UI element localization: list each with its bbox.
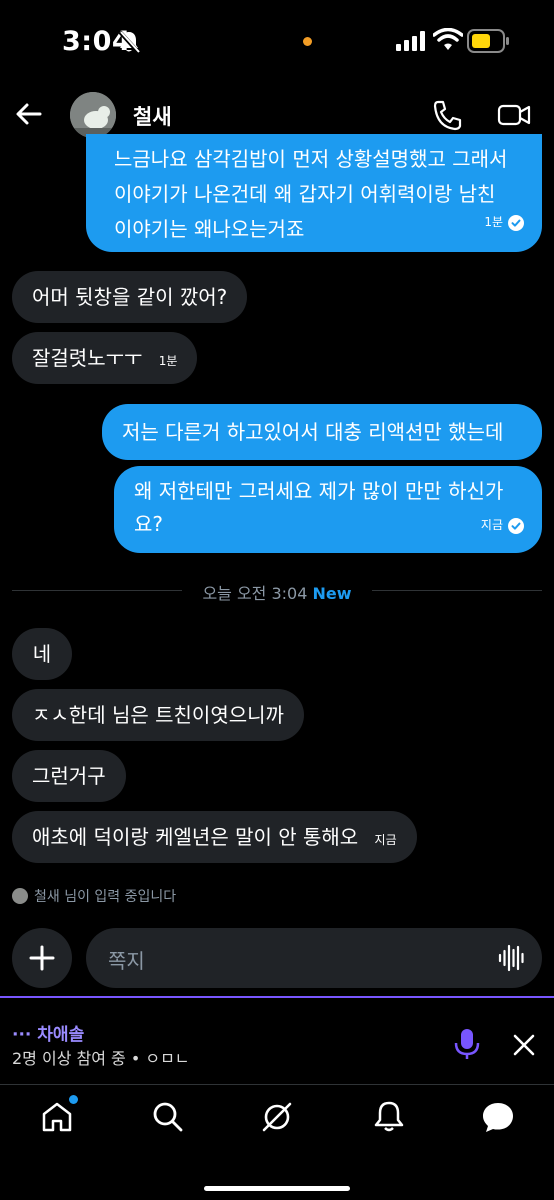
nav-messages[interactable] — [481, 1100, 515, 1134]
space-subtitle: 2명 이상 참여 중 • ㅇㅁㄴ — [12, 1049, 190, 1068]
date-separator-text: 오늘 오전 3:04 — [202, 584, 308, 603]
search-icon — [153, 1102, 183, 1132]
nav-notifications[interactable] — [372, 1100, 406, 1134]
sent-message[interactable]: 왜 저한테만 그러세요 제가 많이 만만 하신가 요? 지금 — [114, 466, 542, 553]
date-separator: 오늘 오전 3:04 New — [0, 580, 554, 604]
microphone-icon[interactable] — [453, 1028, 481, 1060]
message-input[interactable]: 쪽지 — [108, 945, 145, 974]
received-message[interactable]: 어머 뒷창을 같이 깠어? — [12, 271, 248, 323]
message-text: 애초에 덕이랑 케엘년은 말이 안 통해오 — [32, 825, 359, 849]
contact-name[interactable]: 철새 — [133, 101, 172, 131]
space-title: ··· 차애솔 — [12, 1025, 85, 1045]
message-time: 1분 — [484, 215, 503, 229]
typing-indicator: 철새 님이 입력 중입니다 — [12, 886, 176, 906]
message-text: 잘걸렷노ㅜㅜ — [32, 346, 143, 370]
message-composer[interactable]: 쪽지 — [86, 928, 542, 988]
message-meta: 1분 — [484, 205, 524, 240]
message-text: 네 — [32, 642, 52, 666]
message-line: 이야기는 왜나오는거죠 — [114, 217, 305, 241]
video-call-icon[interactable] — [497, 100, 531, 130]
voice-message-icon[interactable] — [498, 944, 526, 972]
grok-icon — [262, 1102, 292, 1132]
plus-icon — [29, 945, 55, 971]
received-message[interactable]: 잘걸렷노ㅜㅜ 1분 — [12, 332, 198, 384]
battery-icon — [467, 29, 509, 53]
sent-message[interactable]: 저는 다른거 하고있어서 대충 리액션만 했는데 — [102, 404, 542, 460]
add-media-button[interactable] — [12, 928, 72, 988]
message-time: 1분 — [158, 354, 178, 368]
typing-text: 철새 님이 입력 중입니다 — [34, 889, 177, 905]
sent-message[interactable]: 느금나요 삼각김밥이 먼저 상황설명했고 그래서 이야기가 나온건데 왜 갑자기… — [86, 134, 542, 252]
new-label: New — [312, 584, 352, 603]
nav-grok[interactable] — [260, 1100, 294, 1134]
home-indicator[interactable] — [204, 1186, 350, 1191]
message-meta: 지금 — [481, 509, 524, 542]
message-line: 왜 저한테만 그러세요 제가 많이 만만 하신가 — [134, 479, 504, 503]
contact-avatar[interactable] — [70, 92, 116, 138]
nav-search[interactable] — [151, 1100, 185, 1134]
nav-home[interactable] — [40, 1095, 78, 1134]
message-line: 요? — [134, 512, 164, 536]
received-message[interactable]: ㅈㅅ한데 님은 트친이엿으니까 — [12, 689, 304, 741]
messages-icon — [483, 1103, 513, 1132]
space-banner[interactable]: ··· 차애솔 2명 이상 참여 중 • ㅇㅁㄴ — [0, 996, 554, 1082]
notification-dot — [69, 1095, 78, 1104]
status-bar: 3:04 — [0, 0, 554, 86]
typing-avatar — [12, 888, 28, 904]
privacy-indicator-dot — [303, 37, 312, 46]
bell-icon — [374, 1101, 404, 1132]
message-time: 지금 — [480, 518, 503, 532]
bell-off-icon — [118, 30, 140, 54]
received-message[interactable]: 애초에 덕이랑 케엘년은 말이 안 통해오 지금 — [12, 811, 417, 863]
cellular-signal-icon — [396, 31, 425, 51]
message-line: 이야기가 나온건데 왜 갑자기 어휘력이랑 남친 — [114, 182, 496, 206]
received-message[interactable]: 그런거구 — [12, 750, 126, 802]
message-text: 그런거구 — [32, 764, 106, 788]
read-check-icon — [508, 214, 524, 231]
received-message[interactable]: 네 — [12, 628, 72, 680]
bottom-navigation — [0, 1084, 554, 1200]
message-time: 지금 — [374, 833, 397, 847]
home-icon — [42, 1102, 72, 1132]
message-text: ㅈㅅ한데 님은 트친이엿으니까 — [32, 703, 284, 727]
close-icon[interactable] — [512, 1033, 536, 1057]
message-line: 저는 다른거 하고있어서 대충 리액션만 했는데 — [122, 420, 504, 444]
back-arrow-icon[interactable] — [14, 99, 44, 129]
message-line: 느금나요 삼각김밥이 먼저 상황설명했고 그래서 — [114, 147, 508, 171]
phone-icon[interactable] — [432, 99, 462, 131]
wifi-icon — [433, 28, 463, 50]
message-text: 어머 뒷창을 같이 깠어? — [32, 285, 228, 309]
read-check-icon — [508, 517, 524, 534]
